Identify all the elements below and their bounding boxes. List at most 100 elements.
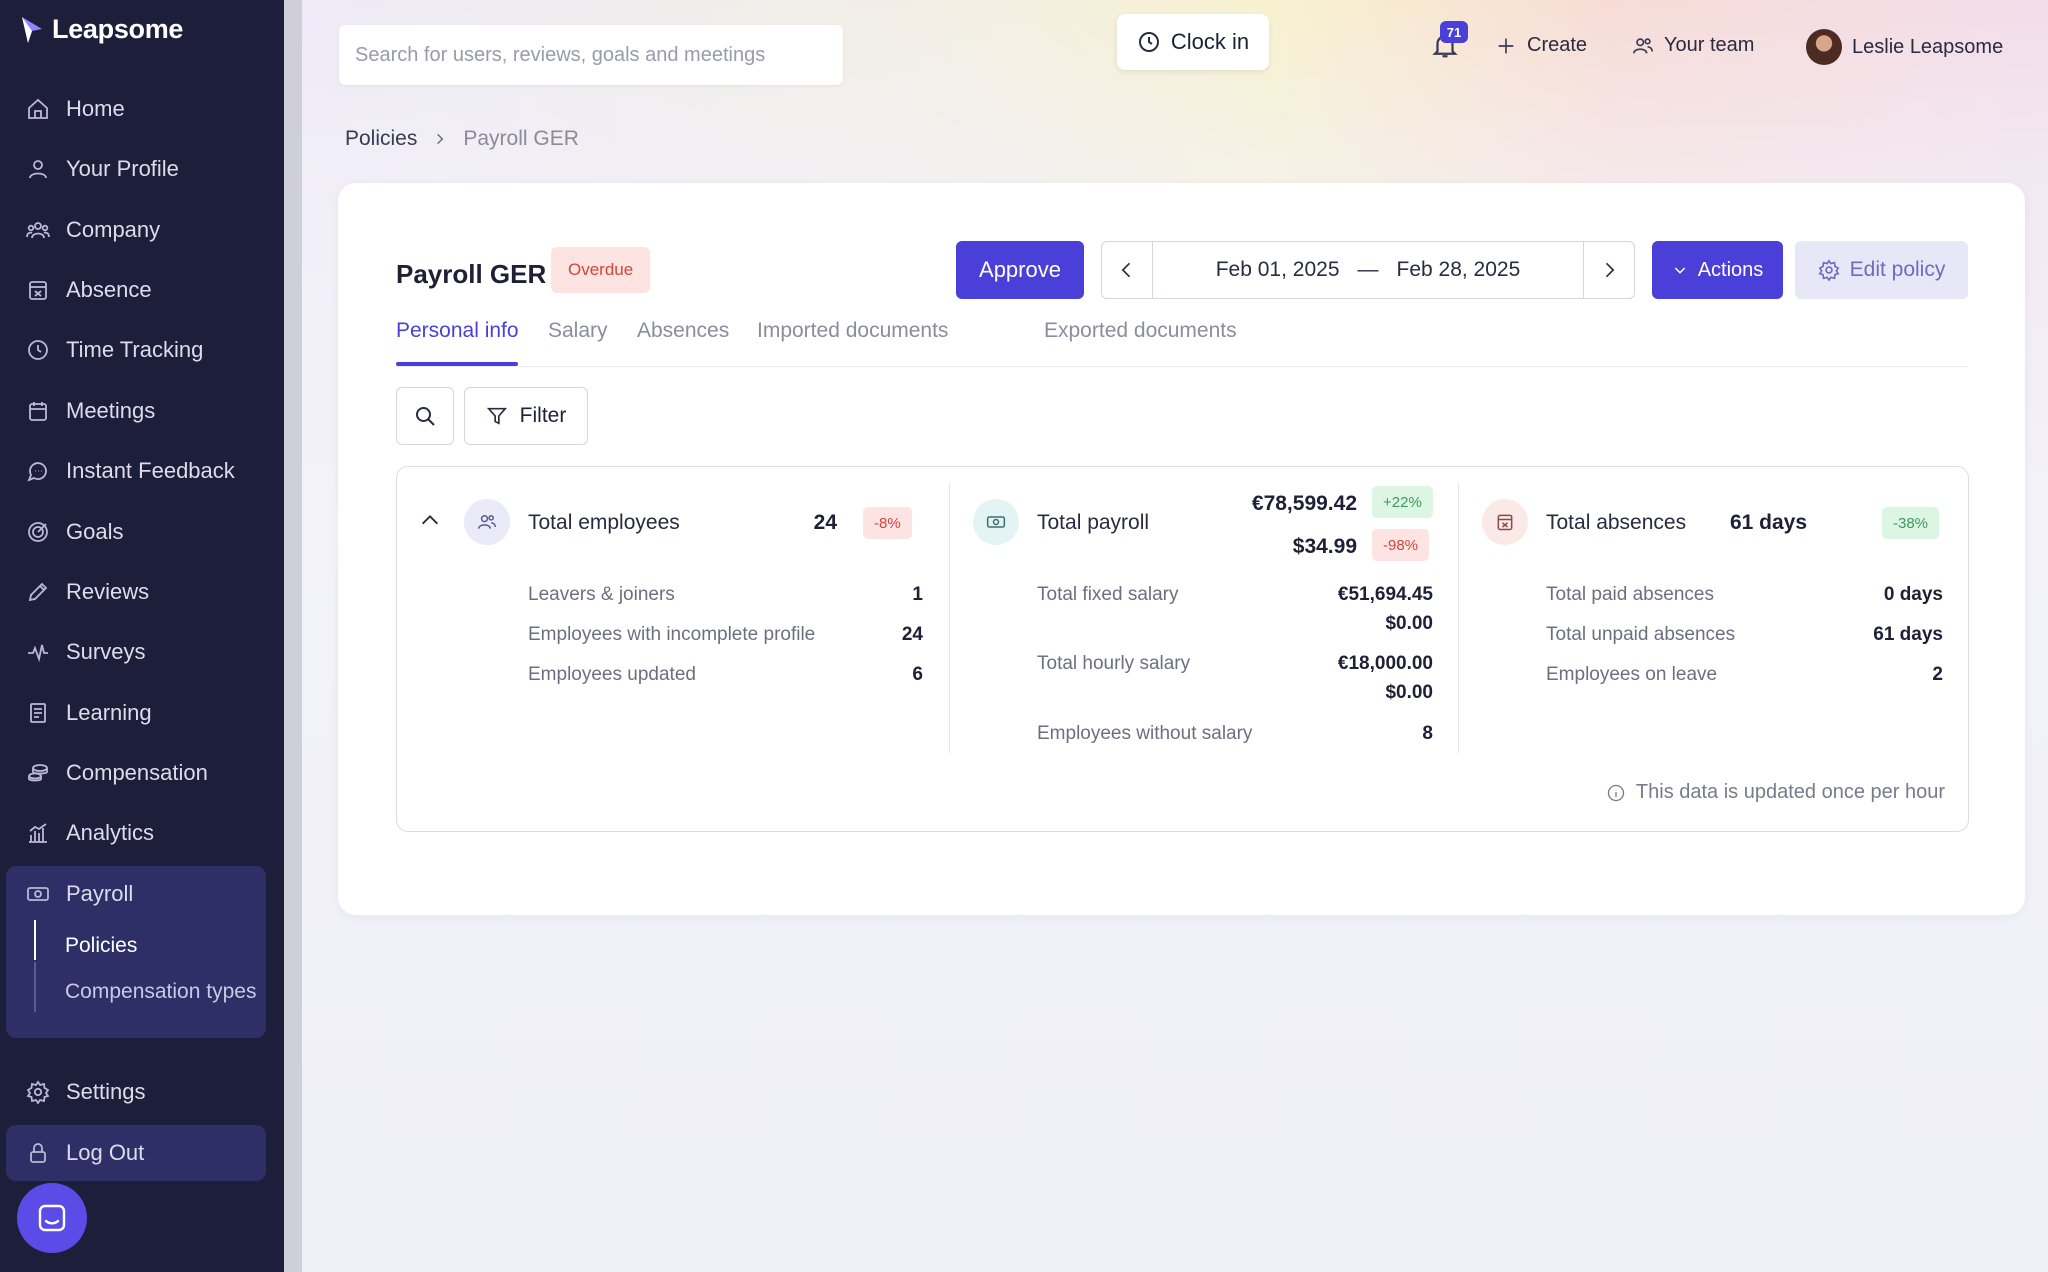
employees-change-badge: -8% [863, 507, 912, 539]
column-divider [949, 483, 950, 753]
sidebar-subitem-policies[interactable]: Policies [65, 934, 137, 958]
data-update-note: This data is updated once per hour [1606, 781, 1945, 804]
info-icon [1607, 784, 1625, 801]
plus-icon [1498, 38, 1514, 53]
payroll-eur-change-badge: +22% [1372, 486, 1433, 518]
tab-imported-documents[interactable]: Imported documents [757, 319, 948, 367]
sidebar-item-analytics[interactable]: Analytics [26, 813, 154, 853]
search-input[interactable]: Search for users, reviews, goals and mee… [339, 25, 843, 85]
breadcrumb-policies-link[interactable]: Policies [345, 127, 417, 151]
sidebar-item-home[interactable]: Home [26, 89, 125, 129]
calendar-x-icon [1497, 514, 1513, 531]
sidebar-item-time-tracking[interactable]: Time Tracking [26, 330, 203, 370]
user-name: Leslie Leapsome [1852, 35, 2004, 58]
approve-button[interactable]: Approve [956, 241, 1084, 299]
page-title: Payroll GER [396, 259, 547, 289]
chevron-right-icon [1605, 262, 1615, 278]
date-range-display[interactable]: Feb 01, 2025 — Feb 28, 2025 [1152, 242, 1584, 298]
leapsome-logo[interactable]: Leapsome [20, 14, 183, 45]
date-range-picker: Feb 01, 2025 — Feb 28, 2025 [1101, 241, 1635, 299]
sidebar-item-reviews[interactable]: Reviews [26, 572, 149, 612]
sidebar-item-compensation[interactable]: Compensation [26, 753, 208, 793]
sidebar-item-instant-feedback[interactable]: Instant Feedback [26, 451, 235, 491]
row-label: Total fixed salary [1037, 584, 1179, 605]
collapse-button[interactable] [419, 509, 441, 531]
main-content: Search for users, reviews, goals and mee… [302, 0, 2048, 1272]
sidebar-item-company[interactable]: Company [26, 210, 160, 250]
sidebar-item-surveys[interactable]: Surveys [26, 632, 145, 672]
row-value: $0.00 [1385, 682, 1433, 703]
clock-in-button[interactable]: Clock in [1117, 14, 1269, 70]
sidebar-item-goals[interactable]: Goals [26, 512, 123, 552]
total-absences-value: 61 days [1729, 511, 1807, 534]
user-menu[interactable]: Leslie Leapsome [1806, 29, 2003, 65]
tab-personal-info[interactable]: Personal info [396, 319, 519, 367]
book-icon [30, 703, 46, 723]
create-button[interactable]: Create [1495, 34, 1587, 57]
sidebar-scrollbar[interactable] [284, 0, 302, 1272]
user-icon [29, 160, 47, 179]
filter-label: Filter [519, 404, 567, 427]
row-value: 0 days [1883, 584, 1943, 605]
edit-policy-label: Edit policy [1849, 258, 1946, 281]
home-icon [28, 98, 48, 119]
absences-icon-badge [1482, 499, 1528, 545]
sidebar-item-meetings[interactable]: Meetings [26, 391, 155, 431]
row-value: 8 [1422, 723, 1433, 744]
sidebar-item-label: Settings [66, 1079, 146, 1104]
total-absences-title: Total absences [1546, 511, 1687, 534]
previous-period-button[interactable] [1102, 242, 1152, 298]
sidebar-item-label: Instant Feedback [66, 458, 235, 483]
clock-icon [1138, 32, 1159, 52]
avatar [1806, 29, 1842, 65]
calendar-icon [29, 402, 47, 421]
chevron-left-icon [1121, 262, 1131, 278]
sidebar-item-label: Home [66, 96, 125, 121]
sidebar-subitem-compensation-types[interactable]: Compensation types [65, 980, 256, 1004]
notification-count-badge: 71 [1440, 21, 1468, 43]
total-payroll-usd: $34.99 [1292, 535, 1357, 558]
sidebar-item-label: Absence [66, 277, 152, 302]
sidebar-item-label: Meetings [66, 398, 156, 423]
sidebar-item-payroll[interactable]: Payroll [26, 874, 133, 914]
logout-button[interactable]: Log Out [26, 1133, 144, 1173]
row-value: 6 [912, 664, 923, 685]
row-label: Total paid absences [1546, 584, 1714, 605]
target-icon [28, 522, 48, 542]
row-label: Leavers & joiners [528, 584, 675, 605]
actions-dropdown-button[interactable]: Actions [1652, 241, 1783, 299]
sidebar-item-label: Surveys [66, 639, 146, 664]
your-team-button[interactable]: Your team [1632, 34, 1754, 57]
tab-absences[interactable]: Absences [637, 319, 729, 367]
actions-label: Actions [1697, 258, 1764, 281]
sidebar-item-learning[interactable]: Learning [26, 693, 152, 733]
active-indicator [34, 920, 36, 960]
policy-card: Payroll GER Overdue Approve Feb 01, 2025… [338, 183, 2025, 915]
row-label: Employees without salary [1037, 723, 1253, 744]
filter-button[interactable]: Filter [464, 387, 588, 445]
sidebar-item-your-profile[interactable]: Your Profile [26, 149, 179, 189]
payroll-icon-badge [973, 499, 1019, 545]
sidebar-item-absence[interactable]: Absence [26, 270, 152, 310]
total-employees-title: Total employees [528, 511, 680, 534]
sidebar-item-label: Compensation [66, 760, 208, 785]
row-label: Employees on leave [1546, 664, 1718, 685]
chevron-up-icon [422, 515, 438, 525]
support-chat-button[interactable] [17, 1183, 87, 1253]
search-button[interactable] [396, 387, 454, 445]
total-employees-value: 24 [813, 511, 837, 534]
sidebar-item-label: Reviews [66, 579, 150, 604]
sidebar-item-settings[interactable]: Settings [26, 1072, 146, 1112]
lock-icon [30, 1143, 46, 1163]
employees-icon-badge [464, 499, 510, 545]
row-label: Employees updated [528, 664, 696, 685]
calendar-x-icon [29, 281, 47, 300]
breadcrumb: Policies Payroll GER [345, 127, 579, 151]
coins-icon [28, 764, 48, 782]
next-period-button[interactable] [1584, 242, 1634, 298]
filter-icon [486, 407, 507, 425]
edit-policy-button[interactable]: Edit policy [1795, 241, 1968, 299]
tab-exported-documents[interactable]: Exported documents [1044, 319, 1237, 367]
tab-salary[interactable]: Salary [548, 319, 608, 367]
gear-icon [1818, 259, 1840, 281]
